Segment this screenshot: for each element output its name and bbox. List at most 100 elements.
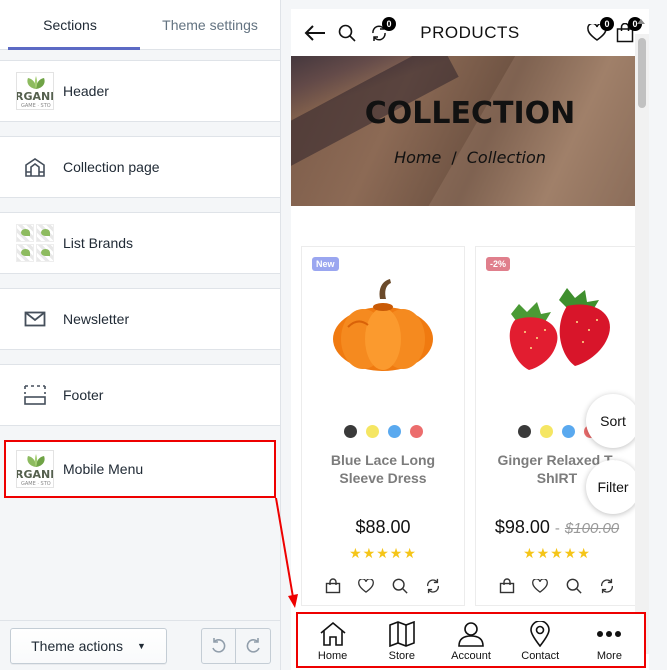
swatch-black[interactable]	[343, 425, 357, 438]
compare-icon[interactable]	[597, 576, 617, 596]
banner-title: COLLECTION	[364, 96, 576, 131]
mobile-preview-frame: 0 PRODUCTS 0 0 COLLECTION Home / Collectio…	[291, 9, 649, 670]
search-icon[interactable]	[333, 19, 361, 47]
mobile-nav-store[interactable]: Store	[367, 614, 436, 666]
swatch-blue[interactable]	[387, 425, 401, 438]
mobile-nav-account[interactable]: Account	[436, 614, 505, 666]
scrollbar-thumb[interactable]	[638, 38, 646, 108]
price-separator: -	[554, 520, 560, 537]
product-name[interactable]: Blue Lace Long Sleeve Dress	[302, 451, 464, 487]
logo-subtext: GAME · STO	[21, 103, 51, 109]
section-item-mobile-menu[interactable]: RGANI GAME · STO Mobile Menu	[4, 440, 276, 498]
breadcrumb: Home / Collection	[291, 148, 649, 167]
swatch-yellow[interactable]	[539, 425, 553, 438]
mobile-nav-home[interactable]: Home	[298, 614, 367, 666]
store-header: 0 PRODUCTS 0 0	[291, 9, 649, 56]
compare-icon[interactable]: 0	[365, 16, 396, 47]
rating-stars: ★★★★★	[523, 545, 591, 561]
section-label: Mobile Menu	[63, 461, 144, 477]
product-tag-badge: -2%	[486, 257, 511, 271]
swatch-yellow[interactable]	[365, 425, 379, 438]
sort-button[interactable]: Sort	[586, 394, 640, 448]
section-label: List Brands	[63, 235, 134, 251]
breadcrumb-current: Collection	[466, 148, 546, 167]
product-price: $98.00 - $100.00	[476, 517, 638, 538]
envelope-icon	[16, 300, 54, 338]
compare-icon[interactable]	[423, 576, 443, 596]
breadcrumb-separator: /	[451, 148, 457, 167]
location-pin-icon	[530, 621, 551, 647]
home-icon	[320, 621, 346, 646]
current-price: $98.00	[494, 517, 550, 537]
theme-actions-button[interactable]: Theme actions ▼	[10, 627, 167, 664]
section-item-footer[interactable]: Footer	[0, 364, 280, 426]
old-price: $100.00	[564, 520, 620, 537]
current-price: $88.00	[355, 517, 411, 537]
mobile-nav-label: Contact	[521, 650, 560, 662]
section-label: Collection page	[63, 159, 160, 175]
logo-thumbnail-icon: RGANI GAME · STO	[16, 72, 54, 110]
editor-footer-bar: Theme actions ▼	[0, 620, 280, 670]
quick-view-search-icon[interactable]	[564, 576, 584, 596]
section-item-collection-page[interactable]: Collection page	[0, 136, 280, 198]
mobile-nav-label: Account	[451, 650, 491, 662]
footer-layout-icon	[16, 376, 54, 414]
back-arrow-icon[interactable]	[301, 19, 329, 47]
theme-actions-label: Theme actions	[31, 637, 123, 654]
section-item-header[interactable]: RGANI GAME · STO Header	[0, 60, 280, 122]
tab-theme-settings[interactable]: Theme settings	[140, 0, 280, 49]
more-dots-icon	[597, 631, 622, 637]
filter-label: Filter	[597, 479, 629, 495]
collection-banner: COLLECTION Home / Collection	[291, 56, 649, 206]
color-swatches	[302, 425, 464, 438]
caret-down-icon: ▼	[136, 640, 146, 651]
section-item-newsletter[interactable]: Newsletter	[0, 288, 280, 350]
section-label: Newsletter	[63, 311, 130, 327]
section-label: Footer	[63, 387, 104, 403]
mobile-bottom-nav: Home Store Account Contact More	[296, 612, 646, 668]
sort-label: Sort	[600, 413, 626, 429]
undo-button[interactable]	[201, 627, 236, 664]
swatch-black[interactable]	[517, 425, 531, 438]
collection-page-icon	[16, 148, 54, 186]
filter-button[interactable]: Filter	[586, 460, 640, 514]
tab-theme-settings-label: Theme settings	[162, 16, 258, 33]
add-to-cart-icon[interactable]	[323, 576, 343, 596]
logo-text: RGANI	[16, 468, 54, 481]
preview-scrollbar[interactable]	[635, 34, 649, 654]
rating-stars: ★★★★★	[349, 545, 417, 561]
redo-button[interactable]	[236, 627, 271, 664]
product-image-strawberries[interactable]	[476, 247, 638, 407]
product-card[interactable]: New Blue Lace Long Sleeve Dress $88.00 ★…	[301, 246, 465, 606]
mobile-nav-label: Home	[317, 650, 348, 662]
add-to-cart-icon[interactable]	[497, 576, 517, 596]
mobile-nav-contact[interactable]: Contact	[506, 614, 575, 666]
undo-redo-group	[201, 627, 271, 664]
scroll-up-arrow-icon[interactable]	[637, 19, 645, 24]
swatch-red[interactable]	[409, 425, 423, 438]
wishlist-heart-icon[interactable]	[356, 576, 376, 596]
quick-view-search-icon[interactable]	[390, 576, 410, 596]
logo-text: RGANI	[16, 90, 54, 103]
user-icon	[458, 622, 484, 647]
product-price: $88.00	[302, 517, 464, 538]
product-actions	[302, 576, 464, 596]
breadcrumb-home-link[interactable]: Home	[394, 148, 441, 167]
section-label: Header	[63, 83, 109, 99]
product-actions	[476, 576, 638, 596]
wishlist-heart-icon[interactable]: 0	[583, 16, 614, 47]
section-item-list-brands[interactable]: List Brands	[0, 212, 280, 274]
wishlist-heart-icon[interactable]	[530, 576, 550, 596]
preview-pane: 0 PRODUCTS 0 0 COLLECTION Home / Collectio…	[282, 0, 667, 670]
tab-sections[interactable]: Sections	[0, 0, 140, 50]
swatch-blue[interactable]	[561, 425, 575, 438]
brand-grid-icon	[16, 224, 54, 262]
logo-thumbnail-icon: RGANI GAME · STO	[16, 450, 54, 488]
mobile-nav-more[interactable]: More	[575, 614, 644, 666]
product-tag-badge: New	[312, 257, 339, 271]
product-image-pumpkin[interactable]	[302, 247, 464, 407]
mobile-nav-label: Store	[388, 650, 415, 662]
compare-count-badge: 0	[382, 16, 396, 31]
logo-subtext: GAME · STO	[21, 481, 51, 487]
section-list: RGANI GAME · STO Header Collection page …	[0, 50, 280, 498]
